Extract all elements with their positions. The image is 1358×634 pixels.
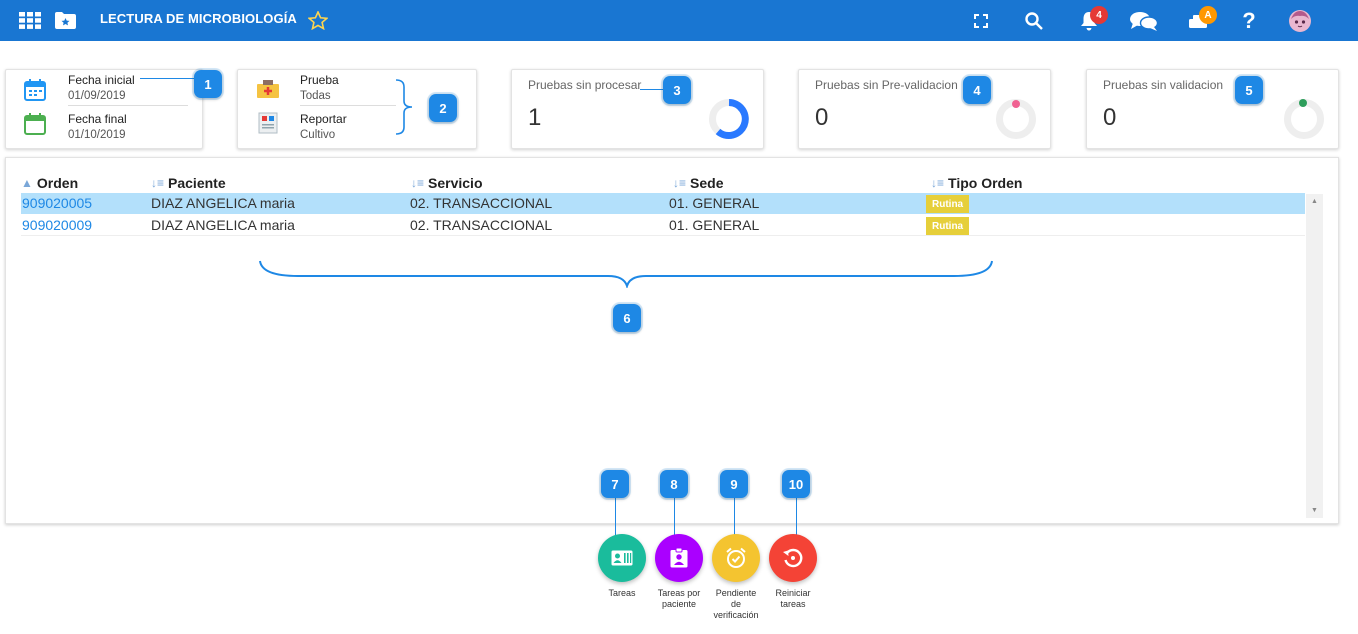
column-header-orden[interactable]: ▲ Orden	[21, 175, 78, 191]
sede-cell: 01. GENERAL	[669, 217, 760, 233]
divider	[300, 105, 396, 106]
page-title: LECTURA DE MICROBIOLOGÍA	[100, 11, 297, 26]
stat-title: Pruebas sin procesar	[528, 78, 642, 92]
status-dot	[1012, 100, 1020, 108]
column-header-servicio[interactable]: ↓≡ Servicio	[411, 175, 483, 191]
folder-star-icon[interactable]	[54, 0, 76, 41]
reiniciar-tareas-button[interactable]	[769, 534, 817, 582]
tipo-orden-tag: Rutina	[926, 217, 970, 235]
callout-2: 2	[429, 94, 457, 122]
callout-1: 1	[194, 70, 222, 98]
pendiente-verificacion-button[interactable]	[712, 534, 760, 582]
user-badge: A	[1199, 6, 1217, 24]
top-bar: LECTURA DE MICROBIOLOGÍA 4 A ?	[0, 0, 1358, 41]
sort-icon[interactable]: ↓≡	[411, 176, 424, 190]
column-header-paciente[interactable]: ↓≡ Paciente	[151, 175, 226, 191]
stat-card-sin-validacion: Pruebas sin validacion 0	[1086, 69, 1339, 149]
tareas-por-paciente-label: Tareas por paciente	[657, 588, 701, 609]
scroll-down-icon[interactable]: ▼	[1311, 507, 1318, 514]
callout-4: 4	[963, 76, 991, 104]
scroll-up-icon[interactable]: ▲	[1311, 198, 1318, 205]
reportar-label: Reportar	[300, 112, 347, 126]
test-kit-icon[interactable]	[256, 79, 280, 104]
callout-9: 9	[720, 470, 748, 498]
alarm-check-icon	[726, 547, 746, 568]
report-icon[interactable]	[258, 112, 278, 139]
patient-badge-icon	[670, 548, 688, 568]
donut-chart	[709, 99, 749, 139]
apps-grid-icon[interactable]	[18, 0, 42, 41]
callout-10: 10	[782, 470, 810, 498]
table-row[interactable]: 909020005 DIAZ ANGELICA maria 02. TRANSA…	[21, 193, 1305, 214]
fecha-inicial-value[interactable]: 01/09/2019	[68, 90, 126, 102]
sort-icon[interactable]: ↓≡	[673, 176, 686, 190]
callout-line	[796, 497, 797, 535]
stat-title: Pruebas sin Pre-validacion	[815, 78, 958, 92]
orden-link[interactable]: 909020005	[22, 195, 92, 211]
search-icon[interactable]	[1024, 0, 1044, 41]
tareas-por-paciente-button[interactable]	[655, 534, 703, 582]
bracket-icon	[395, 79, 413, 135]
table-row[interactable]: 909020009 DIAZ ANGELICA maria 02. TRANSA…	[21, 215, 1305, 236]
date-filter-card: Fecha inicial 01/09/2019 Fecha final 01/…	[5, 69, 203, 149]
calendar-icon[interactable]	[24, 113, 46, 140]
sort-icon[interactable]: ↓≡	[931, 176, 944, 190]
divider	[68, 105, 188, 106]
tareas-button[interactable]	[598, 534, 646, 582]
fecha-final-value[interactable]: 01/10/2019	[68, 129, 126, 141]
callout-line	[615, 497, 616, 535]
reportar-value[interactable]: Cultivo	[300, 129, 335, 141]
chat-icon[interactable]	[1129, 0, 1159, 41]
sort-icon[interactable]: ↓≡	[151, 176, 164, 190]
stat-card-sin-procesar: Pruebas sin procesar 1	[511, 69, 764, 149]
callout-7: 7	[601, 470, 629, 498]
paciente-cell: DIAZ ANGELICA maria	[151, 217, 295, 233]
vertical-scrollbar[interactable]: ▲ ▼	[1306, 194, 1323, 518]
prueba-value[interactable]: Todas	[300, 90, 331, 102]
help-icon[interactable]: ?	[1240, 0, 1258, 41]
sort-asc-icon[interactable]: ▲	[21, 176, 33, 190]
stat-value: 1	[528, 104, 542, 131]
sede-cell: 01. GENERAL	[669, 195, 760, 211]
fecha-inicial-label: Fecha inicial	[68, 73, 135, 87]
tipo-orden-tag: Rutina	[926, 195, 970, 213]
calendar-icon[interactable]	[24, 79, 46, 106]
reiniciar-tareas-label: Reiniciar tareas	[775, 588, 811, 609]
column-header-tipo-orden[interactable]: ↓≡ Tipo Orden	[931, 175, 1022, 191]
id-card-icon	[611, 550, 633, 566]
callout-6: 6	[613, 304, 641, 332]
star-icon[interactable]	[307, 0, 329, 41]
notification-badge: 4	[1090, 6, 1108, 24]
stat-card-sin-prevalidacion: Pruebas sin Pre-validacion 0	[798, 69, 1051, 149]
stat-title: Pruebas sin validacion	[1103, 78, 1224, 92]
servicio-cell: 02. TRANSACCIONAL	[410, 217, 553, 233]
fecha-final-label: Fecha final	[68, 112, 127, 126]
status-dot	[1299, 99, 1307, 107]
brace-icon	[259, 260, 993, 288]
prueba-label: Prueba	[300, 73, 339, 87]
callout-line	[140, 78, 196, 79]
servicio-cell: 02. TRANSACCIONAL	[410, 195, 553, 211]
callout-line	[734, 497, 735, 535]
orden-link[interactable]: 909020009	[22, 217, 92, 233]
pendiente-verificacion-label: Pendiente de verificación	[713, 588, 759, 620]
paciente-cell: DIAZ ANGELICA maria	[151, 195, 295, 211]
fullscreen-icon[interactable]	[972, 0, 990, 41]
avatar[interactable]	[1287, 0, 1313, 41]
stat-value: 0	[815, 104, 829, 131]
callout-5: 5	[1235, 76, 1263, 104]
callout-3: 3	[663, 76, 691, 104]
callout-8: 8	[660, 470, 688, 498]
stat-value: 0	[1103, 104, 1117, 131]
column-header-sede[interactable]: ↓≡ Sede	[673, 175, 723, 191]
tareas-label: Tareas	[608, 588, 636, 598]
callout-line	[674, 497, 675, 535]
restart-icon	[783, 548, 803, 568]
